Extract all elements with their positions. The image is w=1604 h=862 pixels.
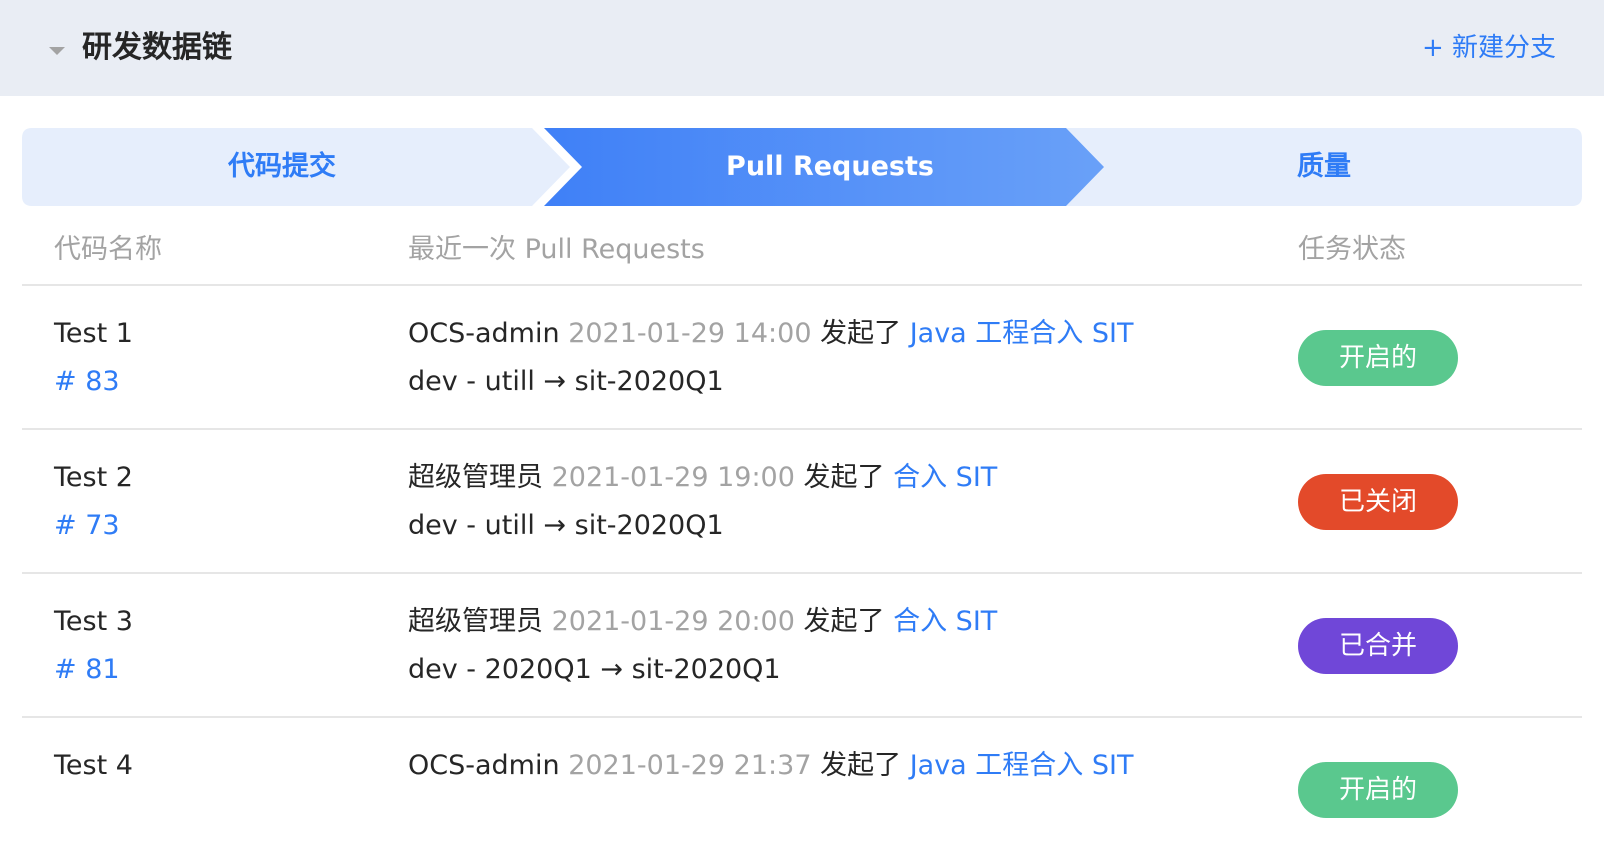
step-label: 代码提交: [228, 151, 336, 182]
pr-author: 超级管理员: [408, 606, 543, 637]
pr-verb: 发起了: [820, 318, 902, 349]
pr-time: 2021-01-29 21:37: [568, 750, 812, 781]
pr-verb: 发起了: [803, 606, 885, 637]
row-name: Test 3: [54, 606, 133, 637]
row-pr-summary: 超级管理员 2021-01-29 20:00 发起了 合入 SIT: [408, 604, 997, 640]
row-pr-id-link[interactable]: # 73: [54, 508, 120, 544]
step-pull-requests[interactable]: Pull Requests: [544, 128, 1116, 206]
pr-branch: dev - utill → sit-2020Q1: [408, 510, 724, 541]
row-pr-id-link[interactable]: # 81: [54, 652, 120, 688]
new-branch-button[interactable]: + 新建分支: [1422, 30, 1556, 66]
status-badge: 已合并: [1298, 618, 1458, 674]
status-badge: 已关闭: [1298, 474, 1458, 530]
column-header-name: 代码名称: [54, 234, 162, 265]
pr-verb: 发起了: [820, 750, 902, 781]
pr-branch: dev - utill → sit-2020Q1: [408, 366, 724, 397]
step-quality[interactable]: 质量: [1066, 128, 1582, 206]
section-title: 研发数据链: [82, 30, 232, 65]
collapse-caret-icon[interactable]: [49, 47, 65, 55]
table-row[interactable]: Test 4 OCS-admin 2021-01-29 21:37 发起了 Ja…: [0, 718, 1604, 862]
pr-verb: 发起了: [803, 462, 885, 493]
step-label: Pull Requests: [726, 151, 934, 182]
row-pr-id-link[interactable]: # 83: [54, 364, 120, 400]
row-name: Test 4: [54, 750, 133, 781]
pr-time: 2021-01-29 14:00: [568, 318, 812, 349]
row-pr-summary: 超级管理员 2021-01-29 19:00 发起了 合入 SIT: [408, 460, 997, 496]
row-name: Test 2: [54, 462, 133, 493]
pr-branch: dev - 2020Q1 → sit-2020Q1: [408, 654, 781, 685]
pipeline-steps: 代码提交 Pull Requests 质量: [22, 128, 1582, 206]
pr-title-link[interactable]: Java 工程合入 SIT: [910, 750, 1134, 781]
column-header-latest-pr: 最近一次 Pull Requests: [408, 234, 705, 265]
section-header: 研发数据链 + 新建分支: [0, 0, 1604, 96]
pr-time: 2021-01-29 20:00: [551, 606, 795, 637]
row-name: Test 1: [54, 318, 133, 349]
column-header-status: 任务状态: [1298, 234, 1406, 265]
table-row[interactable]: Test 2 # 73 超级管理员 2021-01-29 19:00 发起了 合…: [0, 430, 1604, 574]
table-row[interactable]: Test 3 # 81 超级管理员 2021-01-29 20:00 发起了 合…: [0, 574, 1604, 718]
pr-title-link[interactable]: 合入 SIT: [893, 462, 997, 493]
pr-title-link[interactable]: 合入 SIT: [893, 606, 997, 637]
pr-author: OCS-admin: [408, 318, 560, 349]
status-badge: 开启的: [1298, 762, 1458, 818]
table-row[interactable]: Test 1 # 83 OCS-admin 2021-01-29 14:00 发…: [0, 286, 1604, 430]
pr-time: 2021-01-29 19:00: [551, 462, 795, 493]
pr-author: 超级管理员: [408, 462, 543, 493]
status-badge: 开启的: [1298, 330, 1458, 386]
row-pr-summary: OCS-admin 2021-01-29 14:00 发起了 Java 工程合入…: [408, 316, 1133, 352]
step-code-commit[interactable]: 代码提交: [22, 128, 570, 206]
row-pr-summary: OCS-admin 2021-01-29 21:37 发起了 Java 工程合入…: [408, 748, 1133, 784]
pr-title-link[interactable]: Java 工程合入 SIT: [910, 318, 1134, 349]
step-label: 质量: [1297, 151, 1351, 182]
pr-author: OCS-admin: [408, 750, 560, 781]
